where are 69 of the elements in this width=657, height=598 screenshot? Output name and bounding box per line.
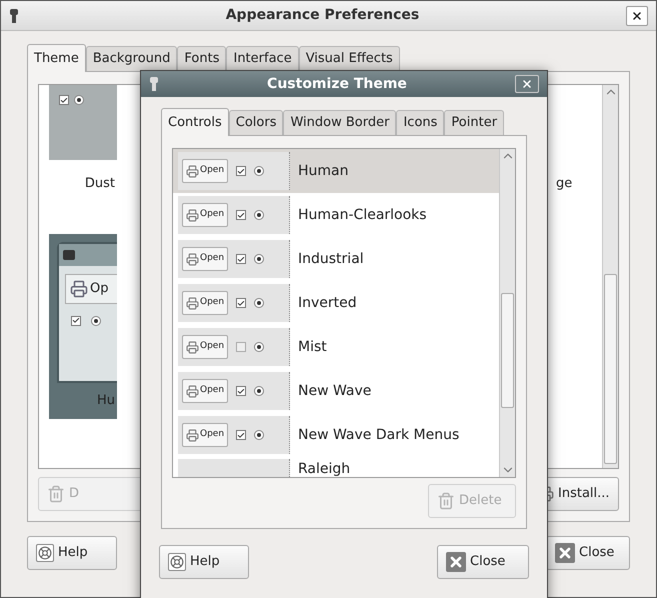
preview-button-label: Op [90, 280, 108, 298]
close-icon [446, 552, 466, 572]
help-button[interactable]: Help [27, 536, 117, 570]
printer-icon [186, 384, 199, 398]
open-preview-button: Open [182, 379, 228, 403]
printer-icon [186, 340, 199, 354]
printer-icon [186, 296, 199, 310]
close-button[interactable]: Close [546, 536, 630, 570]
printer-icon [186, 164, 199, 178]
open-preview-button: Open [182, 159, 228, 183]
checkbox-icon [59, 95, 69, 105]
tab[interactable]: Pointer [444, 110, 504, 135]
tab[interactable]: Visual Effects [298, 46, 400, 71]
tab[interactable]: Colors [228, 110, 284, 135]
close-button[interactable] [626, 6, 648, 26]
window-title: Appearance Preferences [224, 6, 420, 25]
printer-icon [186, 208, 199, 222]
radio-icon [254, 298, 264, 308]
trash-icon [437, 492, 455, 510]
theme-name: Human-Clearlooks [298, 206, 427, 224]
open-preview-button: Open [182, 247, 228, 271]
printer-icon [70, 280, 88, 298]
checkbox-icon [71, 316, 81, 326]
open-preview-button: Open [182, 203, 228, 227]
help-icon [36, 544, 54, 562]
help-icon [168, 553, 186, 571]
tab[interactable]: Background [86, 46, 178, 71]
theme-label: Hu [96, 392, 116, 410]
tab[interactable]: Fonts [177, 46, 226, 71]
radio-icon [254, 254, 264, 264]
open-preview-button: Open [182, 335, 228, 359]
tab[interactable]: Controls [161, 108, 229, 136]
app-icon [9, 8, 19, 24]
app-icon [149, 76, 159, 92]
printer-icon [186, 428, 199, 442]
theme-row[interactable]: Open Human [173, 149, 499, 193]
help-button[interactable]: Help [159, 545, 249, 579]
close-icon [555, 543, 575, 563]
theme-name: New Wave Dark Menus [298, 426, 460, 444]
theme-label: Dust [84, 175, 116, 193]
tab[interactable]: Theme [27, 44, 86, 72]
radio-icon [91, 316, 101, 326]
close-button[interactable]: Close [437, 545, 529, 579]
theme-name: Industrial [298, 250, 364, 268]
theme-label: ge [555, 175, 574, 193]
radio-icon [254, 386, 264, 396]
theme-name: Inverted [298, 294, 357, 312]
close-icon [521, 78, 533, 90]
radio-icon [74, 95, 84, 105]
radio-icon [254, 210, 264, 220]
scrollbar[interactable] [602, 85, 618, 468]
radio-icon [254, 430, 264, 440]
scrollbar[interactable] [499, 149, 515, 477]
tab[interactable]: Interface [226, 46, 299, 71]
theme-name: Mist [298, 338, 327, 356]
close-icon [631, 10, 643, 22]
radio-icon [254, 166, 264, 176]
dialog-title: Customize Theme [266, 74, 408, 94]
window-icon [63, 250, 75, 260]
printer-icon [186, 252, 199, 266]
trash-icon [47, 485, 65, 503]
open-preview-button: Open [182, 291, 228, 315]
tab[interactable]: Window Border [283, 110, 396, 135]
radio-icon [254, 342, 264, 352]
theme-name: Human [298, 162, 348, 180]
theme-name: New Wave [298, 382, 372, 400]
open-preview-button: Open [182, 423, 228, 447]
tab[interactable]: Icons [396, 110, 444, 135]
theme-name: Raleigh [298, 460, 350, 477]
